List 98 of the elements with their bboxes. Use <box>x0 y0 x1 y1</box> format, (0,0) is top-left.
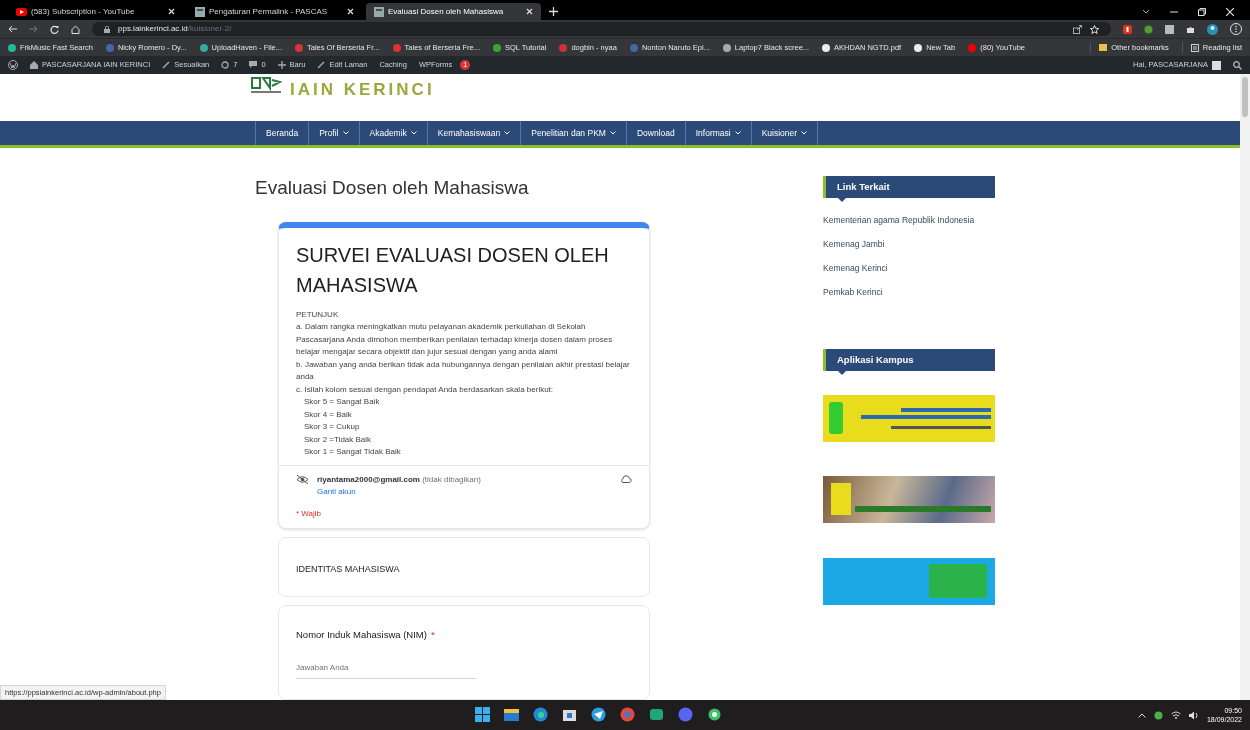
browser-tab[interactable]: Pengaturan Permalink - PASCAS <box>187 3 362 20</box>
close-icon <box>168 8 175 15</box>
close-icon <box>526 8 533 15</box>
store-icon[interactable] <box>562 707 577 722</box>
restore-icon <box>1198 8 1206 16</box>
sidebar-link[interactable]: Kemenag Kerinci <box>823 261 888 275</box>
campus-logo-icon <box>250 76 282 96</box>
folder-icon[interactable] <box>504 707 519 722</box>
app-icon[interactable] <box>707 707 722 722</box>
bookmark-icon <box>968 43 977 52</box>
minimize-icon <box>1170 8 1178 16</box>
score-scale-text: Skor 3 = Cukup <box>303 421 361 434</box>
section-title: IDENTITAS MAHASISWA <box>296 563 400 574</box>
nav-menu-item[interactable]: Penelitian dan PKM <box>521 121 627 145</box>
app-banner[interactable] <box>823 394 995 442</box>
wordpress-logo-icon <box>8 60 18 70</box>
app-icon <box>1153 710 1163 720</box>
menu-icon <box>1230 23 1242 35</box>
answer-field[interactable]: Jawaban Anda <box>296 662 476 679</box>
close-icon <box>1226 8 1234 16</box>
required-note: * Wajib <box>296 507 322 520</box>
nav-menu-item[interactable]: Download <box>626 121 686 145</box>
email-banner[interactable] <box>823 557 995 605</box>
sidebar-link[interactable]: Kemenag Jambi <box>823 237 885 251</box>
bookmark-icon <box>559 43 568 52</box>
play-logo-icon <box>16 7 27 16</box>
account-email: riyantama2000@gmail.com (tidak dibagikan) <box>317 473 482 486</box>
sidebar-link[interactable]: Pemkab Kerinci <box>823 285 883 299</box>
avatar-icon <box>1212 60 1221 70</box>
forward-arrow-icon <box>29 25 38 33</box>
tab-title: (583) Subscription - YouTube <box>31 5 136 18</box>
back-arrow-icon <box>8 25 17 33</box>
star-icon <box>1090 24 1099 34</box>
bookmark-icon <box>493 43 501 52</box>
windows-logo-icon[interactable] <box>475 707 490 722</box>
bookmark-icon <box>392 43 401 52</box>
reload-icon <box>50 24 59 34</box>
browser-icon[interactable] <box>533 707 548 722</box>
plus-icon <box>277 61 286 69</box>
journal-banner[interactable] <box>823 475 995 523</box>
nav-menu-item[interactable]: Beranda <box>256 121 310 145</box>
nav-menu-item[interactable]: Akademik <box>359 121 428 145</box>
cloud-icon <box>620 473 632 483</box>
score-scale-text: Skor 2 =Tidak Baik <box>303 433 373 446</box>
nav-menu-item[interactable]: Informasi <box>685 121 752 145</box>
nav-menu-item[interactable]: Kuisioner <box>751 121 819 145</box>
logo-text: IAIN KERINCI <box>290 79 435 98</box>
form-title: SURVEI EVALUASI DOSEN OLEH MAHASISWA <box>296 243 610 299</box>
chevron-up-icon <box>1137 712 1146 718</box>
paper-plane-icon[interactable] <box>591 707 606 722</box>
question-label: Nomor Induk Mahasiswa (NIM) * <box>296 627 436 642</box>
url-text: pps.iainkerinci.ac.id/kuisioner-2/ <box>118 23 232 35</box>
bookmark-icon <box>295 43 303 52</box>
bookmark-icon <box>199 43 208 52</box>
list-icon <box>1190 43 1199 52</box>
instruction-text: c. Isilah kolom sesuai dengan pendapat Anda berdasarkan skala berikut: <box>296 383 555 396</box>
home-icon <box>71 24 80 34</box>
tab-title: Evaluasi Dosen oleh Mahasiswa <box>388 5 505 18</box>
bookmark-icon <box>822 43 831 52</box>
bookmark-icon <box>914 43 923 52</box>
puzzle-icon <box>1186 24 1195 34</box>
page-title: Evaluasi Dosen oleh Mahasiswa <box>255 175 530 200</box>
page-icon <box>195 6 205 17</box>
browser-icon[interactable] <box>620 707 635 722</box>
close-icon <box>347 8 354 15</box>
nav-menu-item[interactable]: Kemahasiswaan <box>427 121 522 145</box>
browser-tab[interactable]: (583) Subscription - YouTube <box>8 3 183 20</box>
switch-account-link[interactable]: Ganti akun <box>317 485 356 498</box>
bookmark-icon <box>722 43 731 52</box>
bookmark-icon <box>8 43 16 52</box>
home-icon <box>30 61 38 69</box>
speech-bubble-icon <box>249 61 258 69</box>
eye-off-icon <box>296 473 309 485</box>
folder-icon <box>1099 44 1108 51</box>
lock-icon <box>104 25 110 33</box>
wifi-icon <box>1170 711 1181 719</box>
extension-icon <box>1144 24 1153 34</box>
tab-title: Pengaturan Permalink - PASCAS <box>209 5 329 18</box>
score-scale-text: Skor 1 = Sangat Tidak Baik <box>303 446 402 459</box>
address-bar[interactable]: pps.iainkerinci.ac.id/kuisioner-2/ <box>92 22 1111 36</box>
search-icon <box>1233 60 1242 70</box>
bookmark-icon <box>105 43 114 52</box>
nav-menu-item[interactable]: Profil <box>309 121 360 145</box>
speaker-icon <box>1188 710 1199 720</box>
plus-icon <box>549 7 558 16</box>
score-scale-text: Skor 5 = Sangat Baik <box>303 396 381 409</box>
share-icon <box>1073 24 1082 34</box>
extension-icon <box>1165 24 1174 34</box>
score-scale-text: Skor 4 = Baik <box>303 408 353 421</box>
chevron-down-icon <box>1142 9 1150 15</box>
profile-icon <box>1207 23 1218 35</box>
extension-icon <box>1123 24 1132 34</box>
instructions-heading: PETUNJUK <box>296 309 340 322</box>
scrollbar[interactable] <box>1240 74 1250 700</box>
bookmark-icon <box>629 43 638 52</box>
page-icon <box>374 6 384 17</box>
sidebar-link[interactable]: Kementerian agama Republik Indonesia <box>823 213 975 227</box>
browser-tab[interactable]: Evaluasi Dosen oleh Mahasiswa <box>366 3 541 20</box>
